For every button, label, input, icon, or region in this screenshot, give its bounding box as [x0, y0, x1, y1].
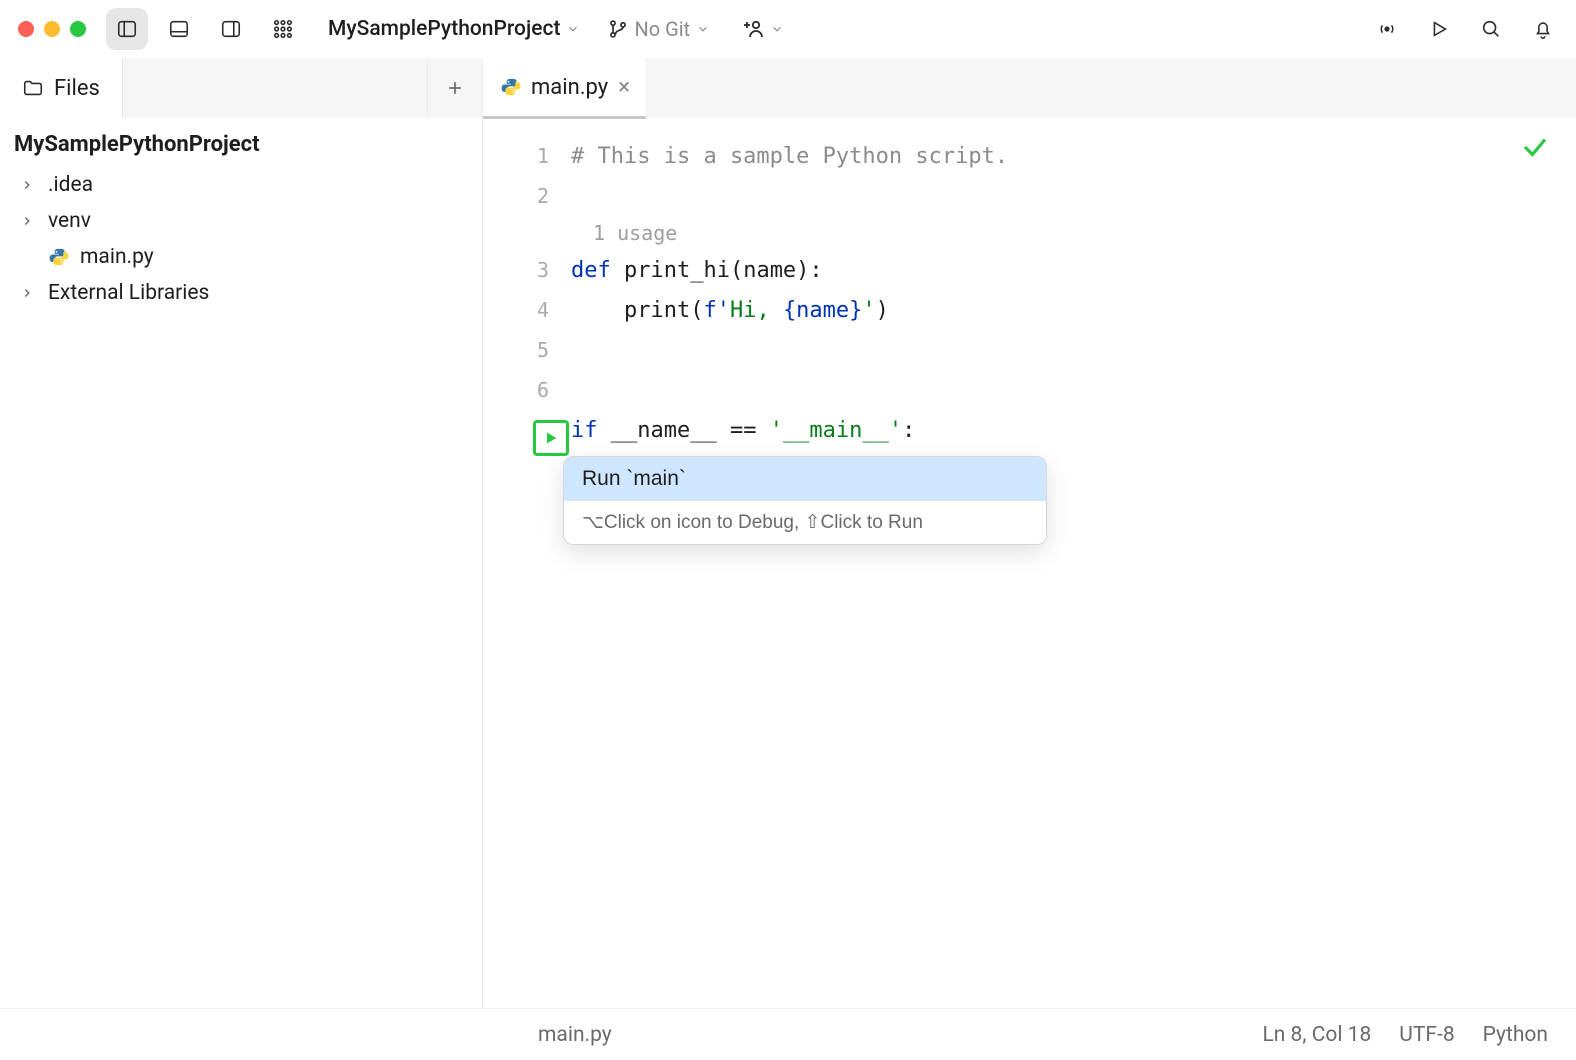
project-tree[interactable]: MySamplePythonProject .idea venv main.py… — [0, 118, 482, 307]
broadcast-icon[interactable] — [1366, 8, 1408, 50]
cursor-position[interactable]: Ln 8, Col 18 — [1262, 1023, 1371, 1047]
window-controls — [18, 21, 86, 37]
git-branch-icon — [608, 19, 628, 39]
close-tab-button[interactable]: × — [618, 75, 630, 100]
chevron-right-icon — [20, 214, 38, 228]
project-selector[interactable]: MySamplePythonProject — [328, 17, 580, 41]
tree-item-label: main.py — [80, 245, 154, 269]
folder-icon — [22, 77, 44, 99]
gutter-line[interactable]: 6 — [483, 378, 571, 402]
editor-tab-label: main.py — [531, 75, 608, 100]
gutter-line[interactable]: 5 — [483, 338, 571, 362]
project-name: MySamplePythonProject — [328, 17, 560, 41]
usage-inlay-hint[interactable]: 1 usage — [483, 216, 1576, 250]
search-icon[interactable] — [1470, 8, 1512, 50]
maximize-window-button[interactable] — [70, 21, 86, 37]
add-tool-tab-button[interactable] — [428, 58, 482, 118]
editor-tab-strip: main.py × — [483, 58, 1576, 118]
tree-item-label: External Libraries — [48, 281, 209, 305]
right-sidebar-toggle[interactable] — [210, 8, 252, 50]
tree-folder-venv[interactable]: venv — [14, 207, 470, 235]
bottom-panel-toggle[interactable] — [158, 8, 200, 50]
gutter-line[interactable]: 3 — [483, 258, 571, 282]
tree-root[interactable]: MySamplePythonProject — [14, 132, 470, 157]
python-file-icon — [501, 77, 521, 97]
workbench: Files MySamplePythonProject .idea venv — [0, 58, 1576, 1008]
tool-tab-label: Files — [54, 76, 100, 101]
project-sidebar: Files MySamplePythonProject .idea venv — [0, 58, 482, 1008]
breadcrumb[interactable]: main.py — [538, 1023, 612, 1047]
tree-external-libs[interactable]: External Libraries — [14, 279, 470, 307]
run-button[interactable] — [1418, 8, 1460, 50]
code-comment: # This is a sample Python script. — [571, 144, 1008, 169]
language-indicator[interactable]: Python — [1483, 1023, 1548, 1047]
tree-file-main-py[interactable]: main.py — [14, 243, 470, 271]
vcs-label: No Git — [634, 17, 690, 41]
titlebar: MySamplePythonProject No Git — [0, 0, 1576, 58]
tool-window-tabs: Files — [0, 58, 482, 118]
grid-menu-icon[interactable] — [262, 8, 304, 50]
run-gutter-icon[interactable] — [533, 420, 569, 456]
tree-folder-idea[interactable]: .idea — [14, 171, 470, 199]
code-with-me-button[interactable] — [742, 17, 784, 41]
gutter-line[interactable]: 1 — [483, 144, 571, 168]
inspection-ok-icon[interactable] — [1520, 132, 1550, 162]
chevron-right-icon — [20, 286, 38, 300]
run-context-popup: Run `main` ⌥Click on icon to Debug, ⇧Cli… — [563, 456, 1047, 545]
chevron-down-icon — [566, 22, 580, 36]
tool-tab-files[interactable]: Files — [0, 58, 123, 118]
tree-item-label: .idea — [48, 173, 93, 197]
status-bar: main.py Ln 8, Col 18 UTF-8 Python — [0, 1008, 1576, 1060]
code-editor[interactable]: 1 # This is a sample Python script. 2 1 … — [483, 118, 1576, 1008]
chevron-right-icon — [20, 178, 38, 192]
tree-item-label: venv — [48, 209, 91, 233]
chevron-down-icon — [696, 22, 710, 36]
close-window-button[interactable] — [18, 21, 34, 37]
gutter-line[interactable]: 4 — [483, 298, 571, 322]
run-popup-hint: ⌥Click on icon to Debug, ⇧Click to Run — [564, 501, 1046, 544]
left-sidebar-toggle[interactable] — [106, 8, 148, 50]
minimize-window-button[interactable] — [44, 21, 60, 37]
editor-tab-main-py[interactable]: main.py × — [483, 58, 646, 119]
python-file-icon — [48, 247, 70, 267]
file-encoding[interactable]: UTF-8 — [1399, 1023, 1454, 1047]
run-main-menu-item[interactable]: Run `main` — [564, 457, 1046, 501]
gutter-line[interactable]: 2 — [483, 184, 571, 208]
vcs-widget[interactable]: No Git — [608, 17, 710, 41]
notifications-icon[interactable] — [1522, 8, 1564, 50]
editor-area: main.py × 1 # This is a sample Python sc… — [482, 58, 1576, 1008]
